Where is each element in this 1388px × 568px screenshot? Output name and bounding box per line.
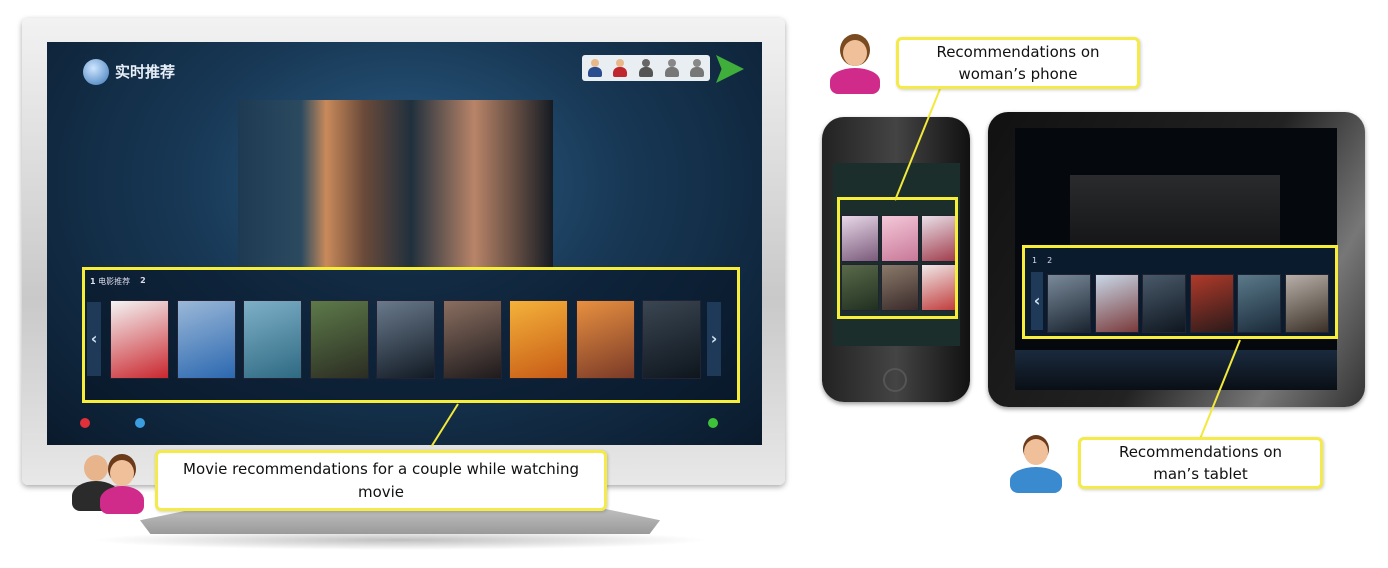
- tv-app-title: 实时推荐: [115, 63, 176, 81]
- woman-couple-icon: [100, 460, 145, 514]
- tv-callout: Movie recommendations for a couple while…: [155, 450, 607, 511]
- man-icon: [1010, 437, 1062, 495]
- video-player[interactable]: [238, 100, 553, 268]
- tablet-photo-wall: [1070, 175, 1280, 250]
- tablet-bottom-toolbar: [1015, 350, 1337, 390]
- inactive-user-icon[interactable]: [664, 59, 679, 77]
- user-selector[interactable]: [582, 55, 710, 81]
- inactive-user-icon[interactable]: [638, 59, 653, 77]
- exit-button[interactable]: [80, 418, 90, 428]
- tablet-callout: Recommendations on man’s tablet: [1078, 437, 1323, 489]
- tablet-highlight-box: [1022, 245, 1338, 339]
- app-logo-icon: [83, 59, 109, 85]
- woman-icon: [830, 38, 880, 96]
- phone-home-button[interactable]: [883, 368, 907, 392]
- login-button[interactable]: [135, 418, 145, 428]
- inactive-user-icon[interactable]: [690, 59, 705, 77]
- phone-callout: Recommendations on woman’s phone: [896, 37, 1140, 89]
- tv-bottom-buttons: [80, 418, 145, 428]
- refresh-button[interactable]: [708, 418, 718, 428]
- man-user-icon[interactable]: [587, 59, 602, 77]
- phone-highlight-box: [837, 197, 958, 319]
- tv-highlight-box: [82, 267, 740, 403]
- woman-user-icon[interactable]: [613, 59, 628, 77]
